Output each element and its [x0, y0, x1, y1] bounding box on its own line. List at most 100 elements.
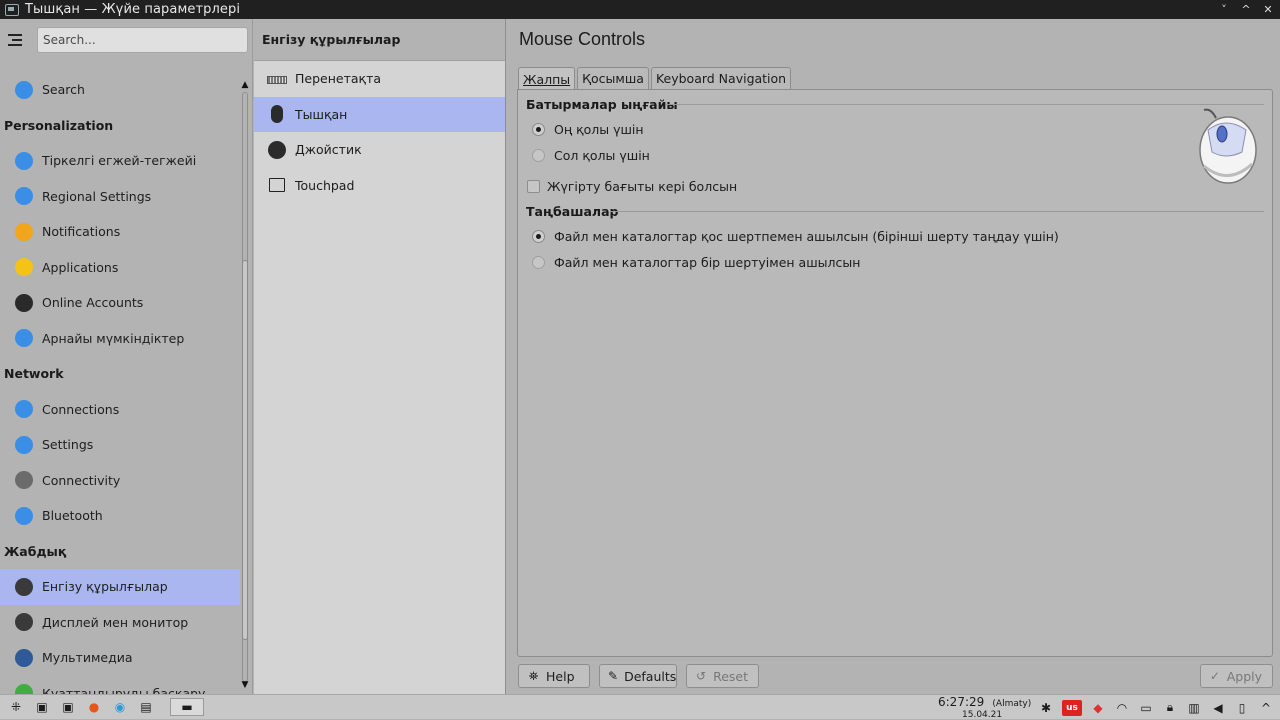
apply-button-label: Apply: [1226, 668, 1262, 684]
help-button[interactable]: ⛯ Help: [518, 664, 590, 688]
double-click-radio[interactable]: [532, 230, 545, 243]
left-handed-label: Сол қолы үшін: [554, 148, 650, 163]
subcategory-item[interactable]: Перенетақта: [254, 61, 505, 97]
virtual-desktop-1-icon[interactable]: ▣: [32, 698, 52, 716]
search-input[interactable]: [37, 27, 248, 53]
lock-icon[interactable]: 🔒︎: [1162, 700, 1178, 716]
clock[interactable]: 6:27:29 (Almaty) 15.04.21: [938, 695, 1031, 720]
sidebar-item-label: Notifications: [42, 224, 121, 240]
telegram-icon[interactable]: ◉: [110, 698, 130, 716]
sidebar-item[interactable]: Арнайы мүмкіндіктер: [0, 321, 240, 357]
sidebar-toolbar: [0, 19, 252, 61]
sidebar-item-label: Тіркелгі егжей-тегжейі: [42, 153, 197, 169]
subcategory-item[interactable]: Touchpad: [254, 168, 505, 204]
page-title: Mouse Controls: [519, 29, 646, 49]
power-management-icon: [15, 684, 33, 694]
right-handed-label: Оң қолы үшін: [554, 122, 644, 137]
subcategory-header: Енгізу құрылғылар: [254, 19, 505, 61]
virtual-desktop-2-icon[interactable]: ▣: [58, 698, 78, 716]
sidebar-item-label: Арнайы мүмкіндіктер: [42, 330, 185, 346]
sidebar-item[interactable]: Regional Settings: [0, 179, 240, 215]
bluetooth-tray-icon[interactable]: ✱: [1038, 700, 1054, 716]
clipboard-icon[interactable]: ▥: [1186, 700, 1202, 716]
reverse-scroll-option[interactable]: Жүгірту бағыты кері болсын: [527, 179, 737, 194]
defaults-button[interactable]: ✎ Defaults: [599, 664, 677, 688]
window-controls: ˅ ^ ✕: [1218, 0, 1274, 19]
system-settings-app-icon[interactable]: [5, 3, 19, 16]
sidebar-item-label: Енгізу құрылғылар: [42, 579, 168, 595]
apply-button[interactable]: ✓ Apply: [1200, 664, 1273, 688]
sidebar-category: Жабдық: [4, 543, 67, 559]
tab-keyboard-navigation-label: Keyboard Navigation: [655, 71, 787, 86]
tab-general[interactable]: Жалпы: [518, 67, 576, 90]
left-handed-radio[interactable]: [532, 149, 545, 162]
notifications-icon: [15, 222, 33, 241]
scroll-down-icon[interactable]: ▼: [241, 680, 249, 690]
system-settings-task-icon[interactable]: ▬: [170, 698, 204, 716]
subcategory-item[interactable]: Джойстик: [254, 132, 505, 168]
single-click-option[interactable]: Файл мен каталогтар бір шертуімен ашылсы…: [532, 255, 860, 270]
group-divider: [666, 104, 1264, 105]
tab-keyboard-navigation[interactable]: Keyboard Navigation: [650, 67, 792, 89]
sidebar-category: Personalization: [4, 117, 114, 133]
sidebar-item[interactable]: Connections: [0, 392, 240, 428]
tab-bar: Жалпы Қосымша Keyboard Navigation: [518, 67, 792, 90]
scrollbar-thumb[interactable]: [242, 260, 248, 640]
settings-page: Mouse Controls Жалпы Қосымша Keyboard Na…: [507, 19, 1280, 694]
subcategory-label: Touchpad: [295, 177, 355, 193]
single-click-radio[interactable]: [532, 256, 545, 269]
reset-button-label: Reset: [713, 668, 748, 684]
tab-advanced[interactable]: Қосымша: [577, 67, 649, 89]
sidebar-item[interactable]: Тіркелгі егжей-тегжейі: [0, 143, 240, 179]
left-handed-option[interactable]: Сол қолы үшін: [532, 148, 650, 163]
sidebar-item[interactable]: Қуаттандыруды басқару: [0, 676, 240, 694]
notifications-tray-icon[interactable]: ▭: [1138, 700, 1154, 716]
sidebar-item[interactable]: Дисплей мен монитор: [0, 605, 240, 641]
reset-button[interactable]: ↺ Reset: [686, 664, 759, 688]
double-click-option[interactable]: Файл мен каталогтар қос шертпемен ашылсы…: [532, 229, 1059, 244]
subcategory-label: Перенетақта: [295, 71, 382, 87]
volume-icon[interactable]: ◀︎: [1210, 700, 1226, 716]
keyboard-layout-indicator[interactable]: us: [1062, 699, 1082, 716]
sidebar-item[interactable]: Мультимедиа: [0, 640, 240, 676]
reverse-scroll-label: Жүгірту бағыты кері болсын: [547, 179, 738, 194]
anydesk-tray-icon[interactable]: ◆: [1090, 700, 1106, 716]
sidebar-item-label: Дисплей мен монитор: [42, 614, 189, 630]
sidebar-list: Search Personalization Тіркелгі егжей-тегж…: [0, 72, 240, 694]
joystick-icon: [268, 140, 286, 159]
hamburger-menu-icon[interactable]: [8, 30, 28, 50]
sidebar-item[interactable]: Settings: [0, 427, 240, 463]
right-handed-option[interactable]: Оң қолы үшін: [532, 122, 644, 137]
sidebar-item-label: Қуаттандыруды басқару: [42, 685, 206, 694]
search-app-icon: [15, 80, 33, 99]
tray-expand-icon[interactable]: ^: [1258, 700, 1274, 716]
sidebar-item[interactable]: Search: [0, 72, 240, 108]
group-divider: [610, 211, 1264, 212]
display-monitor-icon: [15, 613, 33, 632]
close-icon[interactable]: ✕: [1262, 3, 1274, 16]
keyboard-icon: [267, 75, 287, 84]
subcategory-item[interactable]: Тышқан: [254, 96, 505, 132]
sidebar-item[interactable]: Connectivity: [0, 463, 240, 499]
wifi-icon[interactable]: ◠: [1114, 700, 1130, 716]
firefox-icon[interactable]: ●: [84, 698, 104, 716]
sidebar-scrollbar[interactable]: ▲ ▼: [241, 80, 249, 693]
maximize-icon[interactable]: ^: [1240, 3, 1252, 16]
app-launcher-icon[interactable]: ⁜: [6, 698, 26, 716]
sidebar-item-label: Online Accounts: [42, 295, 144, 311]
minimize-icon[interactable]: ˅: [1218, 3, 1230, 16]
battery-icon[interactable]: ▯: [1234, 700, 1250, 716]
sidebar-item[interactable]: Notifications: [0, 214, 240, 250]
reverse-scroll-checkbox[interactable]: [527, 180, 540, 193]
file-manager-icon[interactable]: ▤: [136, 698, 156, 716]
mouse-icon: [271, 105, 283, 124]
scroll-up-icon[interactable]: ▲: [241, 80, 249, 90]
sidebar-item[interactable]: Bluetooth: [0, 498, 240, 534]
right-handed-radio[interactable]: [532, 123, 545, 136]
touchpad-icon: [269, 178, 285, 193]
general-tab-panel: Батырмалар ыңғайы Оң қолы үшін Сол қолы …: [517, 89, 1273, 657]
sidebar-item[interactable]: Online Accounts: [0, 285, 240, 321]
sidebar-item-label: Search: [42, 82, 85, 98]
sidebar-item[interactable]: Applications: [0, 250, 240, 286]
sidebar-item[interactable]: Енгізу құрылғылар: [0, 569, 240, 605]
